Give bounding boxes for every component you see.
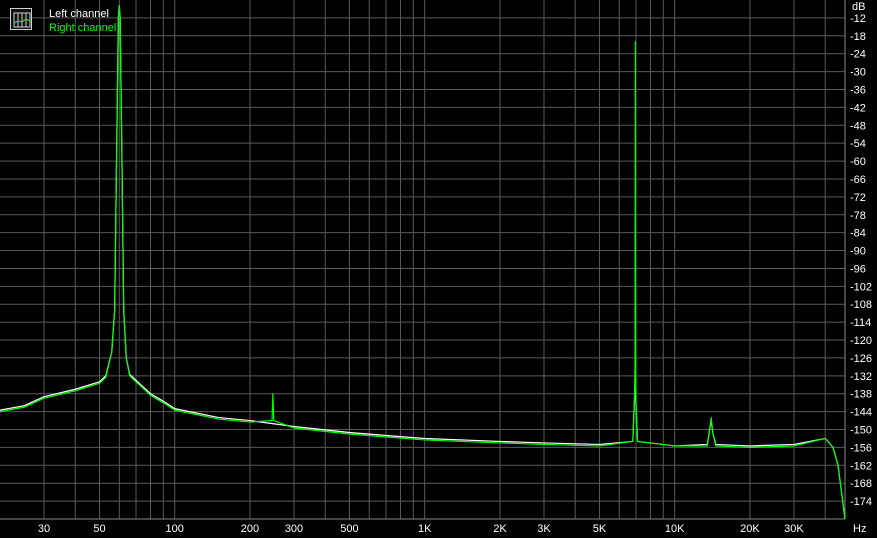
y-unit-label: dB [852, 1, 865, 13]
y-tick-label: -42 [850, 102, 866, 114]
y-tick-label: -96 [850, 263, 866, 275]
x-tick-label: 100 [166, 523, 184, 535]
y-tick-label: -84 [850, 228, 866, 240]
y-tick-label: -162 [850, 460, 872, 472]
y-tick-label: -144 [850, 407, 872, 419]
series-right-channel [0, 5, 846, 520]
y-tick-label: -24 [850, 49, 866, 61]
y-tick-label: -12 [850, 13, 866, 25]
y-tick-label: -60 [850, 156, 866, 168]
x-tick-label: 300 [285, 523, 303, 535]
y-tick-label: -114 [850, 317, 871, 329]
y-tick-label: -72 [850, 192, 866, 204]
legend-chart-icon[interactable] [10, 8, 32, 30]
y-tick-label: -48 [850, 120, 866, 132]
x-tick-label: 10K [665, 523, 685, 535]
y-tick-label: -36 [850, 84, 866, 96]
y-tick-label: -126 [850, 353, 872, 365]
y-tick-label: -150 [850, 425, 872, 437]
plot-grid [0, 0, 846, 520]
legend-left-channel: Left channel [49, 8, 109, 20]
y-tick-label: -120 [850, 335, 872, 347]
y-tick-label: -102 [850, 281, 872, 293]
y-tick-label: -132 [850, 371, 872, 383]
x-tick-label: 20K [740, 523, 760, 535]
legend-right-channel: Right channel [49, 22, 117, 34]
y-tick-label: -168 [850, 478, 872, 490]
x-axis-labels: 30 50 100 200 300 500 1K 2K 3K 5K 10K 20K 30K [38, 523, 805, 535]
x-tick-label: 1K [418, 523, 432, 535]
plot-series [0, 5, 846, 520]
y-tick-label: -90 [850, 246, 866, 258]
y-tick-label: -66 [850, 174, 866, 186]
x-tick-label: 3K [537, 523, 551, 535]
y-axis-labels: -12 -18 -24 -30 -36 -42 -48 -54 -60 -66 -72 -78 -84 -… [850, 13, 872, 508]
y-tick-label: -108 [850, 299, 872, 311]
y-tick-label: -138 [850, 389, 872, 401]
y-tick-label: -30 [850, 67, 866, 79]
x-tick-label: 200 [241, 523, 259, 535]
spectrum-plot: -12 -18 -24 -30 -36 -42 -48 -54 -60 -66 -72 -78 -84 -… [0, 0, 872, 535]
y-tick-label: -174 [850, 496, 872, 508]
x-unit-label: Hz [853, 523, 866, 535]
y-tick-label: -78 [850, 210, 866, 222]
y-tick-label: -54 [850, 138, 866, 150]
x-tick-label: 500 [340, 523, 358, 535]
series-left-channel [0, 5, 846, 520]
y-tick-label: -156 [850, 442, 872, 454]
x-tick-label: 30 [38, 523, 50, 535]
y-tick-label: -18 [850, 31, 866, 43]
x-tick-label: 30K [784, 523, 804, 535]
x-tick-label: 2K [493, 523, 507, 535]
x-tick-label: 5K [593, 523, 607, 535]
x-tick-label: 50 [93, 523, 105, 535]
